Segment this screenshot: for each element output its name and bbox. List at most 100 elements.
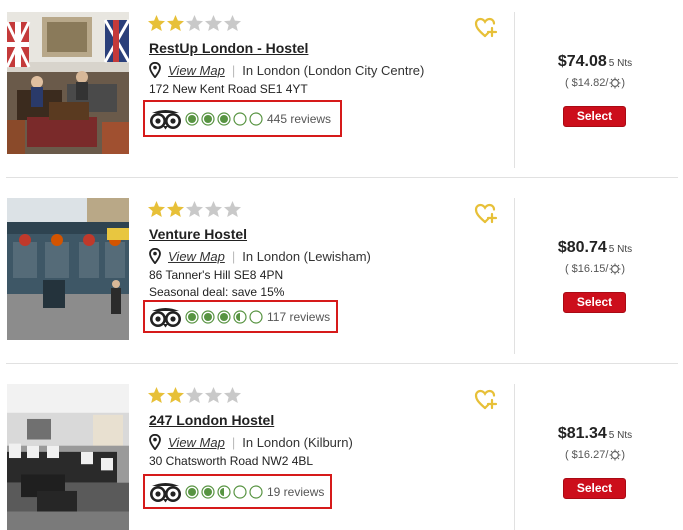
hotel-photo[interactable] <box>7 12 129 154</box>
per-night-price: ( $14.82/ ) <box>515 77 675 89</box>
review-count-link[interactable]: 19 reviews <box>267 485 324 499</box>
separator: | <box>231 434 236 450</box>
star-empty-icon <box>224 201 241 217</box>
nights-label: 5 Nts <box>608 58 633 69</box>
star-rating <box>147 200 242 222</box>
rating-bubbles <box>185 309 263 324</box>
star-empty-icon <box>205 15 222 31</box>
bubble-full-icon <box>201 484 215 499</box>
view-map-link[interactable]: View Map <box>168 435 225 450</box>
hotel-address: 86 Tanner's Hill SE8 4PN <box>149 268 284 282</box>
bubble-half-icon <box>217 484 231 499</box>
bubble-full-icon <box>201 111 215 126</box>
bubble-full-icon <box>185 309 199 324</box>
star-filled-icon <box>148 201 165 217</box>
tripadvisor-rating[interactable]: 445 reviews <box>143 100 342 137</box>
bubble-empty-icon <box>249 111 263 126</box>
map-pin-icon <box>149 248 161 264</box>
bubble-full-icon <box>217 111 231 126</box>
hotel-name-link[interactable]: 247 London Hostel <box>149 412 274 428</box>
moon-sun-icon <box>609 77 621 89</box>
per-night-price: ( $16.27/ ) <box>515 449 675 461</box>
location-line: View Map | In London (Lewisham) <box>149 248 371 264</box>
review-count-link[interactable]: 445 reviews <box>267 112 331 126</box>
star-filled-icon <box>167 15 184 31</box>
hotel-address: 30 Chatsworth Road NW2 4BL <box>149 454 314 468</box>
star-rating <box>147 386 242 408</box>
hotel-name-link[interactable]: RestUp London - Hostel <box>149 40 308 56</box>
nights-label: 5 Nts <box>608 244 633 255</box>
star-filled-icon <box>167 201 184 217</box>
moon-sun-icon <box>609 263 621 275</box>
bubble-empty-icon <box>233 111 247 126</box>
map-pin-icon <box>149 62 161 78</box>
star-filled-icon <box>148 387 165 403</box>
heart-plus-icon[interactable] <box>474 202 498 226</box>
hotel-photo-image <box>7 198 129 340</box>
per-night-price: ( $16.15/ ) <box>515 263 675 275</box>
hotel-photo-image <box>7 12 129 154</box>
review-count-link[interactable]: 117 reviews <box>267 310 330 324</box>
seasonal-deal: Seasonal deal: save 15% <box>149 285 285 299</box>
hotel-address: 172 New Kent Road SE1 4YT <box>149 82 308 96</box>
hotel-photo-image <box>7 384 129 530</box>
star-filled-icon <box>148 15 165 31</box>
price-amount: $81.34 <box>557 425 607 442</box>
bubble-full-icon <box>185 111 199 126</box>
per-night-amount: ( $16.27/ <box>564 449 609 461</box>
bubble-full-icon <box>217 309 231 324</box>
hotel-location: In London (London City Centre) <box>242 62 425 78</box>
listing-separator <box>6 363 678 364</box>
nights-label: 5 Nts <box>608 430 633 441</box>
total-price: $81.34 5 Nts <box>515 425 675 443</box>
tripadvisor-owl-icon <box>150 109 181 129</box>
price-amount: $80.74 <box>557 239 607 256</box>
star-empty-icon <box>224 387 241 403</box>
select-button[interactable]: Select <box>563 478 626 499</box>
moon-sun-icon <box>609 449 621 461</box>
per-night-amount: ( $16.15/ <box>564 263 609 275</box>
tripadvisor-rating[interactable]: 117 reviews <box>143 300 338 333</box>
rating-bubbles <box>185 484 263 499</box>
heart-plus-icon[interactable] <box>474 388 498 412</box>
bubble-empty-icon <box>249 484 263 499</box>
select-button[interactable]: Select <box>563 106 626 127</box>
hotel-photo[interactable] <box>7 198 129 340</box>
total-price: $74.08 5 Nts <box>515 53 675 71</box>
select-button[interactable]: Select <box>563 292 626 313</box>
hotel-listing: 247 London Hostel View Map | In London (… <box>0 372 683 530</box>
star-empty-icon <box>205 387 222 403</box>
hotel-listing: Venture Hostel View Map | In London (Lew… <box>0 186 683 364</box>
tripadvisor-rating[interactable]: 19 reviews <box>143 474 332 509</box>
star-empty-icon <box>186 201 203 217</box>
tripadvisor-owl-icon <box>150 307 181 327</box>
tripadvisor-owl-icon <box>150 482 181 502</box>
location-line: View Map | In London (London City Centre… <box>149 62 424 78</box>
per-night-close: ) <box>621 263 626 275</box>
star-rating <box>147 14 242 36</box>
bubble-full-icon <box>201 309 215 324</box>
hotel-photo[interactable] <box>7 384 129 530</box>
column-divider <box>514 198 515 354</box>
star-empty-icon <box>186 15 203 31</box>
heart-plus-icon[interactable] <box>474 16 498 40</box>
bubble-empty-icon <box>233 484 247 499</box>
price-amount: $74.08 <box>557 53 607 70</box>
bubble-half-icon <box>233 309 247 324</box>
per-night-close: ) <box>621 77 626 89</box>
hotel-name-link[interactable]: Venture Hostel <box>149 226 247 242</box>
column-divider <box>514 12 515 168</box>
star-empty-icon <box>186 387 203 403</box>
separator: | <box>231 62 236 78</box>
hotel-location: In London (Lewisham) <box>242 248 371 264</box>
bubble-empty-icon <box>249 309 263 324</box>
star-filled-icon <box>167 387 184 403</box>
location-line: View Map | In London (Kilburn) <box>149 434 353 450</box>
per-night-amount: ( $14.82/ <box>564 77 609 89</box>
separator: | <box>231 248 236 264</box>
view-map-link[interactable]: View Map <box>168 63 225 78</box>
hotel-location: In London (Kilburn) <box>242 434 353 450</box>
map-pin-icon <box>149 434 161 450</box>
listing-separator <box>6 177 678 178</box>
view-map-link[interactable]: View Map <box>168 249 225 264</box>
